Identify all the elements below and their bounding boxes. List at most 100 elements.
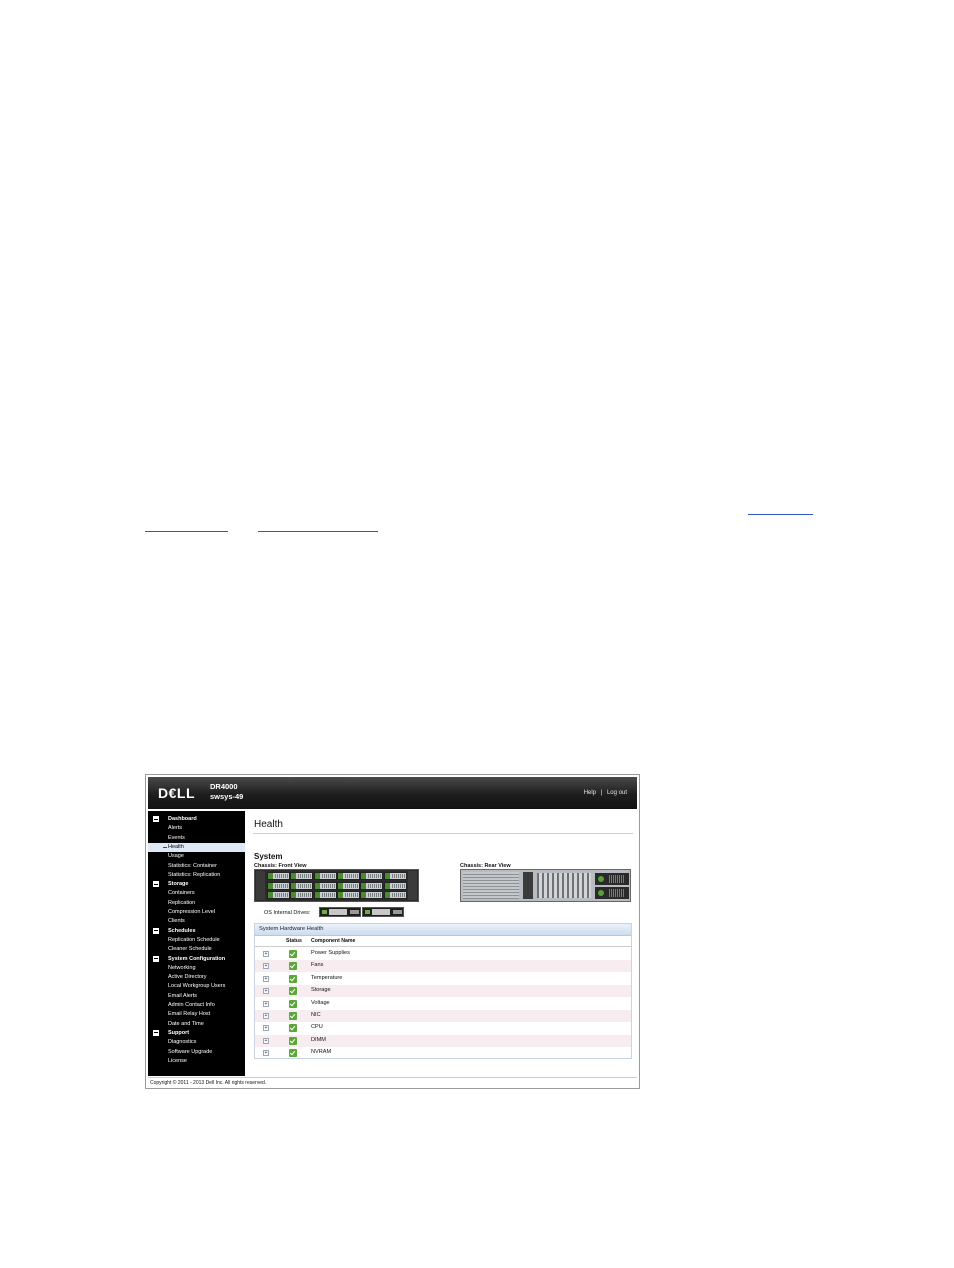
collapse-icon[interactable] — [153, 927, 159, 934]
expand-icon[interactable]: + — [263, 1025, 269, 1032]
expand-icon[interactable]: + — [263, 975, 269, 982]
drive-bay[interactable] — [336, 881, 360, 890]
drive-bay[interactable] — [290, 891, 314, 899]
collapse-icon[interactable] — [153, 955, 159, 962]
product-name: DR4000 — [210, 782, 238, 791]
sidebar-item-email-alerts[interactable]: Email Alerts — [148, 992, 245, 1001]
sidebar-item-license[interactable]: License — [148, 1057, 245, 1066]
component-name: NIC — [311, 1012, 321, 1018]
table-row[interactable]: + NVRAM — [255, 1047, 631, 1059]
expand-icon[interactable]: + — [263, 988, 269, 995]
drive-bay[interactable] — [267, 891, 290, 899]
sidebar-item-local-workgroup-users[interactable]: Local Workgroup Users — [148, 982, 245, 991]
sidebar-item-replication[interactable]: Replication — [148, 899, 245, 908]
drive-bay[interactable] — [360, 872, 384, 880]
sidebar-item-health[interactable]: Health — [148, 842, 245, 852]
sidebar-item-replication-schedule[interactable]: Replication Schedule — [148, 936, 245, 945]
expand-icon[interactable]: + — [263, 951, 269, 957]
status-ok-icon — [289, 1036, 297, 1045]
drive-bay[interactable] — [313, 891, 337, 899]
sidebar-item-admin-contact-info[interactable]: Admin Contact Info — [148, 1001, 245, 1010]
os-drive-2[interactable] — [362, 907, 404, 917]
help-link[interactable]: Help — [584, 790, 596, 796]
table-row[interactable]: + NIC — [255, 1010, 631, 1022]
table-row[interactable]: + Storage — [255, 985, 631, 998]
drive-bay[interactable] — [267, 872, 290, 880]
table-row[interactable]: + Power Supplies — [255, 948, 631, 960]
sidebar-item-software-upgrade[interactable]: Software Upgrade — [148, 1048, 245, 1057]
doc-link-underline-3[interactable] — [258, 531, 378, 532]
sidebar-item-statistics-replication[interactable]: Statistics: Replication — [148, 871, 245, 880]
drive-bay[interactable] — [290, 872, 314, 880]
doc-link-underline-1[interactable] — [748, 514, 813, 515]
chassis-front-view[interactable] — [254, 869, 419, 902]
app-screenshot: D€LL DR4000 swsys-49 Help | Log out Dash… — [145, 774, 640, 1089]
drive-bay[interactable] — [313, 881, 337, 890]
sidebar-section-label: System Configuration — [168, 955, 226, 962]
chassis-rear-view[interactable] — [460, 869, 631, 902]
drive-bay[interactable] — [313, 872, 337, 880]
sidebar-item-label: Alerts — [168, 825, 183, 832]
product-info: DR4000 swsys-49 — [210, 782, 243, 802]
drive-bay[interactable] — [383, 881, 407, 890]
sidebar-item-containers[interactable]: Containers — [148, 889, 245, 898]
expand-icon[interactable]: + — [263, 1000, 269, 1007]
collapse-icon[interactable] — [153, 1029, 159, 1036]
sidebar-section-support[interactable]: Support — [153, 1029, 243, 1038]
table-row[interactable]: + Temperature — [255, 973, 631, 985]
sidebar-section-label: Storage — [168, 881, 189, 888]
drive-bay[interactable] — [383, 872, 407, 880]
drive-bay[interactable] — [336, 891, 360, 899]
table-row[interactable]: + Voltage — [255, 998, 631, 1010]
sidebar-item-date-and-time[interactable]: Date and Time — [148, 1020, 245, 1029]
sidebar-section-storage[interactable]: Storage — [153, 880, 243, 889]
drive-bay[interactable] — [383, 891, 407, 899]
title-divider — [253, 833, 633, 834]
expand-icon[interactable]: + — [263, 1037, 269, 1044]
sidebar-item-label: Replication — [168, 899, 196, 906]
sidebar-item-cleaner-schedule[interactable]: Cleaner Schedule — [148, 945, 245, 954]
sidebar-item-networking[interactable]: Networking — [148, 964, 245, 973]
drive-bay[interactable] — [360, 881, 384, 890]
sidebar-item-events[interactable]: Events — [148, 834, 245, 843]
table-row[interactable]: + CPU — [255, 1022, 631, 1034]
drive-bay[interactable] — [360, 891, 384, 899]
hardware-health-title: System Hardware Health — [259, 926, 324, 932]
sidebar-item-email-relay-host[interactable]: Email Relay Host — [148, 1010, 245, 1019]
sidebar-item-active-directory[interactable]: Active Directory — [148, 973, 245, 982]
expand-icon[interactable]: + — [263, 1050, 269, 1057]
status-ok-icon — [289, 950, 297, 958]
header-separator: | — [600, 790, 603, 796]
drive-bay[interactable] — [336, 872, 360, 880]
sidebar-item-label: Usage — [168, 853, 184, 860]
os-drive-1[interactable] — [319, 907, 361, 917]
drive-bay[interactable] — [290, 881, 314, 890]
sidebar-item-compression-level[interactable]: Compression Level — [148, 908, 245, 917]
sidebar-item-statistics-container[interactable]: Statistics: Container — [148, 862, 245, 871]
expand-icon[interactable]: + — [263, 1013, 269, 1019]
table-row[interactable]: + DIMM — [255, 1034, 631, 1047]
sidebar-item-usage[interactable]: Usage — [148, 852, 245, 861]
sidebar-item-label: Networking — [168, 964, 196, 971]
sidebar-section-dashboard[interactable]: Dashboard — [153, 815, 243, 824]
table-row[interactable]: + Fans — [255, 960, 631, 973]
sidebar-section-schedules[interactable]: Schedules — [153, 927, 243, 936]
expand-icon[interactable]: + — [263, 963, 269, 970]
collapse-icon[interactable] — [153, 816, 159, 822]
power-supply-2 — [595, 887, 629, 899]
sidebar-item-label: Statistics: Replication — [168, 871, 221, 878]
copyright-text: Copyright © 2011 - 2013 Dell Inc. All ri… — [150, 1080, 267, 1086]
doc-link-underline-2[interactable] — [145, 531, 228, 532]
status-ok-icon — [289, 974, 297, 983]
component-name: Fans — [311, 962, 324, 969]
drive-bay[interactable] — [267, 881, 290, 890]
sidebar-item-alerts[interactable]: Alerts — [148, 824, 245, 833]
sidebar-section-label: Schedules — [168, 927, 196, 934]
collapse-icon[interactable] — [153, 881, 159, 888]
component-name: Voltage — [311, 999, 330, 1006]
sidebar-item-label: Software Upgrade — [168, 1048, 213, 1055]
sidebar-item-clients[interactable]: Clients — [148, 917, 245, 926]
logout-link[interactable]: Log out — [607, 790, 627, 796]
sidebar-section-system-configuration[interactable]: System Configuration — [153, 955, 243, 964]
sidebar-item-diagnostics[interactable]: Diagnostics — [148, 1038, 245, 1047]
